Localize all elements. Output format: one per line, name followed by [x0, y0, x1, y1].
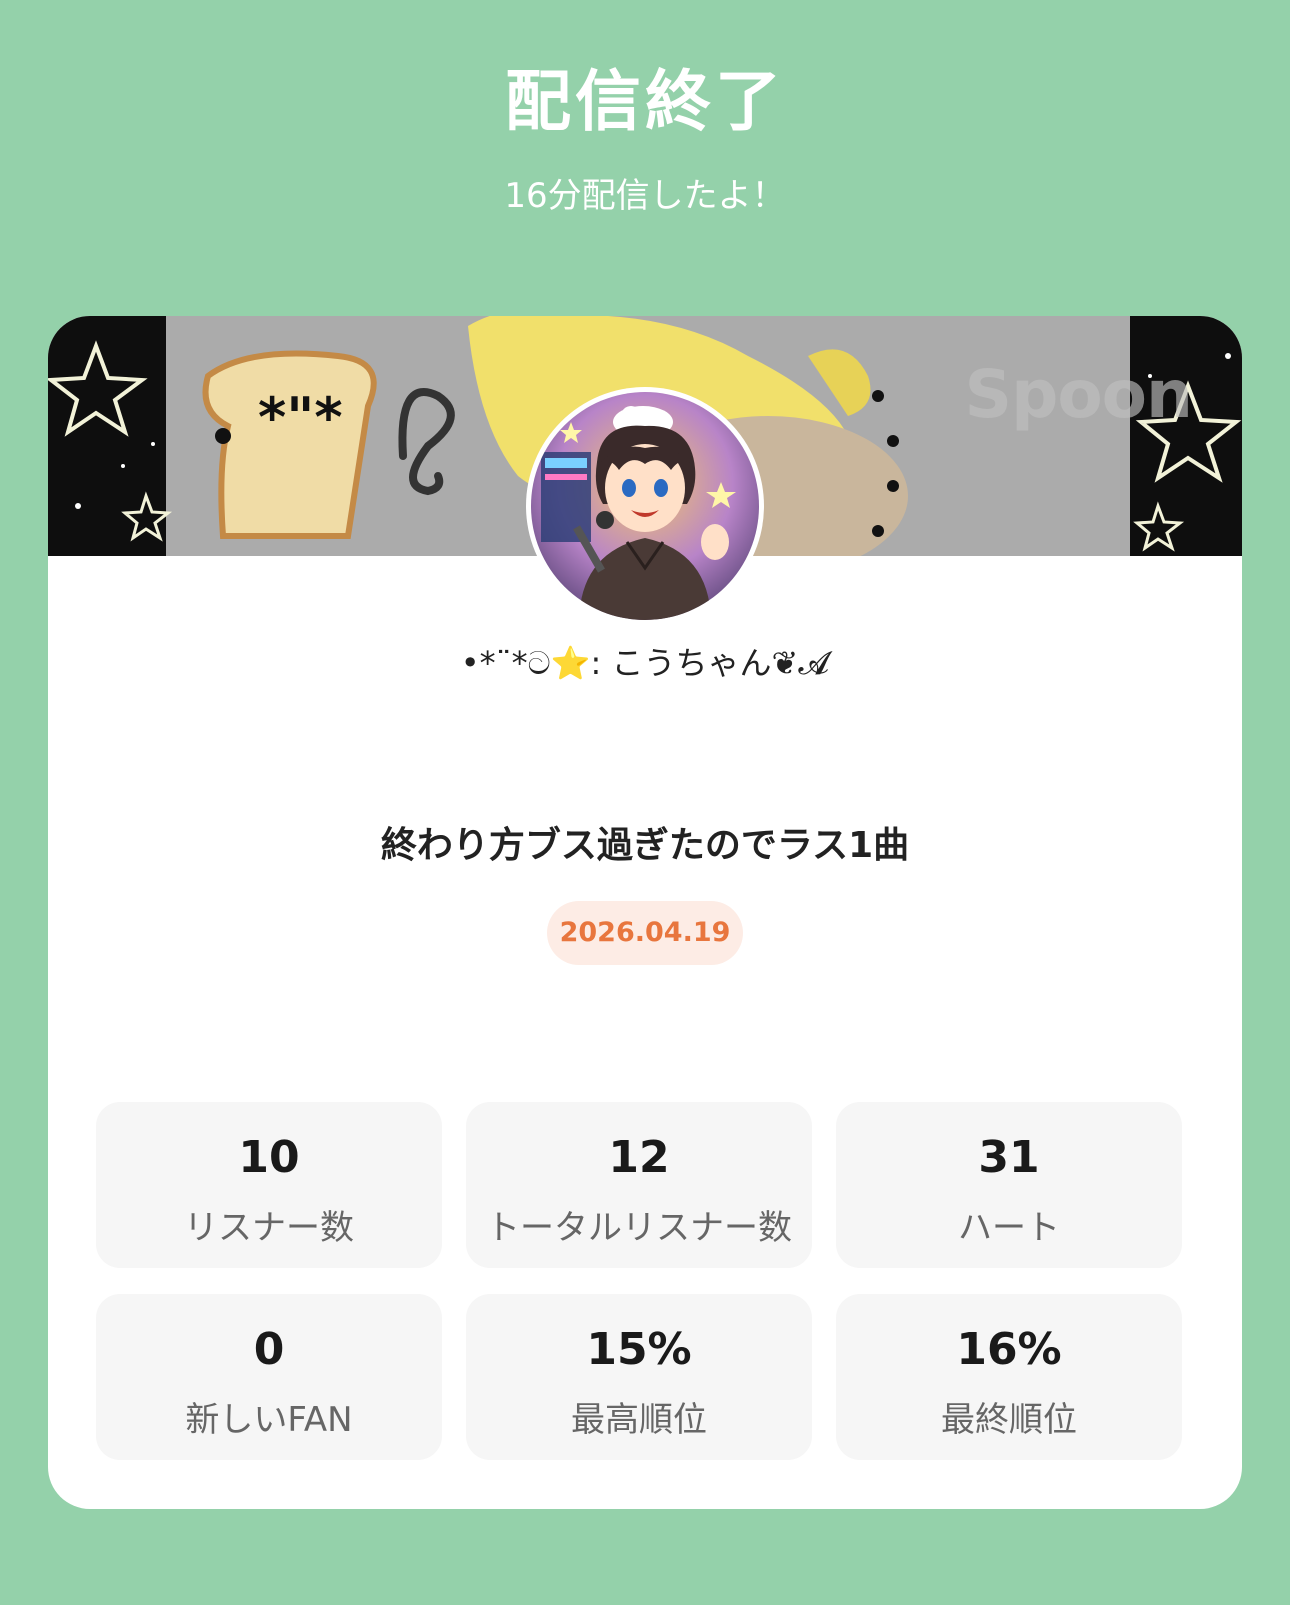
stat-label: ハート — [958, 1208, 1060, 1248]
stat-label: 最終順位 — [941, 1400, 1077, 1440]
stat-label: リスナー数 — [184, 1208, 354, 1248]
svg-text:*"*: *"* — [258, 386, 343, 449]
stat-total-listeners: 12 トータルリスナー数 — [466, 1102, 812, 1268]
stat-value: 16% — [956, 1324, 1062, 1375]
broadcaster-name: •*¨*ට⭐️: こうちゃん❦𝓐 — [460, 644, 830, 682]
stat-listeners: 10 リスナー数 — [96, 1102, 442, 1268]
stat-value: 10 — [238, 1132, 300, 1183]
stream-title: 終わり方ブス過ぎたのでラス1曲 — [380, 825, 910, 866]
duration-subtitle: 16分配信したよ！ — [504, 176, 786, 216]
page-title: 配信終了 — [505, 63, 785, 140]
avatar[interactable] — [526, 387, 764, 625]
stat-value: 31 — [978, 1132, 1040, 1183]
date-badge: 2026.04.19 — [547, 901, 743, 965]
stat-label: 新しいFAN — [185, 1400, 353, 1440]
stat-new-fans: 0 新しいFAN — [96, 1294, 442, 1460]
stat-value: 0 — [253, 1324, 285, 1375]
stat-highest-rank: 15% 最高順位 — [466, 1294, 812, 1460]
stat-value: 15% — [586, 1324, 692, 1375]
stat-label: トータルリスナー数 — [486, 1208, 792, 1248]
stat-value: 12 — [608, 1132, 670, 1183]
broadcast-summary-card: *"* Spoon •*¨*ට⭐️: こうちゃん❦𝓐 終わり方ブス過ぎたのでラス… — [48, 316, 1242, 1509]
stat-hearts: 31 ハート — [836, 1102, 1182, 1268]
spoon-watermark: Spoon — [964, 356, 1193, 433]
stat-final-rank: 16% 最終順位 — [836, 1294, 1182, 1460]
stat-label: 最高順位 — [571, 1400, 707, 1440]
